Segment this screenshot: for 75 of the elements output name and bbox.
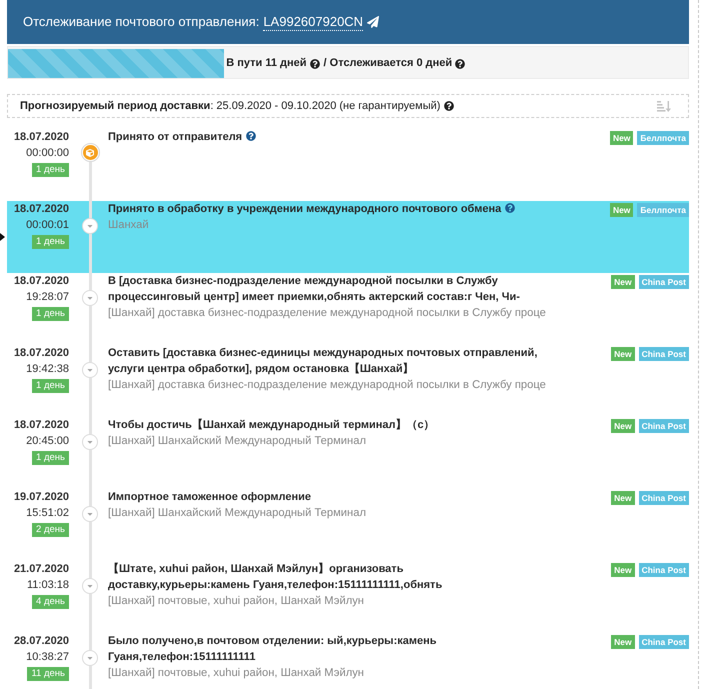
box-icon xyxy=(80,143,100,162)
caret-right-icon xyxy=(0,233,5,241)
status-tag: New xyxy=(610,131,634,145)
event-time: 19:42:38 xyxy=(26,362,69,377)
event-title: В [доставка бизнес-подразделение международной посылки в Службу процессинговый центр] имеет приемки,обнять актерский состав:г Чен, Чи- xyxy=(108,275,520,303)
event-date: 18.07.2020 xyxy=(14,202,69,217)
carrier-tag: China Post xyxy=(638,563,689,577)
event-date: 19.07.2020 xyxy=(14,490,69,505)
days-tag: 1 день xyxy=(32,307,69,321)
carrier-tag: Беллпочта xyxy=(637,203,689,217)
days-tag: 1 день xyxy=(32,163,69,177)
help-icon[interactable] xyxy=(310,58,320,68)
event-date: 28.07.2020 xyxy=(14,634,69,649)
caret-down-icon xyxy=(82,506,98,522)
caret-down-icon xyxy=(82,362,98,378)
tracked-days-text: / Отслеживается 0 дней xyxy=(324,56,452,72)
carrier-tag: China Post xyxy=(638,491,689,505)
transit-days-text: В пути 11 дней xyxy=(226,56,307,72)
forecast-text: Прогнозируемый период доставки: 25.09.2020 - 09.10.2020 (не гарантируемый) xyxy=(20,98,440,114)
carrier-tag: China Post xyxy=(638,635,689,649)
status-tag: New xyxy=(610,203,634,217)
days-tag: 1 день xyxy=(32,451,69,465)
paper-plane-icon[interactable] xyxy=(367,16,380,28)
event-date: 21.07.2020 xyxy=(14,562,69,577)
caret-down-icon xyxy=(82,578,98,594)
days-tag: 1 день xyxy=(32,235,69,249)
days-tag: 11 день xyxy=(27,667,69,681)
event-time: 11:03:18 xyxy=(26,578,69,593)
caret-down-icon xyxy=(82,650,98,666)
caret-down-icon xyxy=(82,434,98,450)
help-icon[interactable] xyxy=(444,101,454,111)
status-tag: New xyxy=(611,347,635,361)
event-location: [Шанхай] доставка бизнес-подразделение международной посылки в Службу проце xyxy=(108,306,547,321)
carrier-tag: China Post xyxy=(638,347,689,361)
event-title: Импортное таможенное оформление xyxy=(108,491,312,503)
carrier-tag: Беллпочта xyxy=(637,131,689,145)
event-location: [Шанхай] Шанхайский Международный Терминал xyxy=(108,434,367,449)
event-time: 19:28:07 xyxy=(26,290,69,305)
days-tag: 1 день xyxy=(32,379,69,393)
caret-down-icon xyxy=(82,290,98,306)
header-title: Отслеживание почтового отправления: xyxy=(23,13,260,32)
event-title: 【Штате, xuhui район, Шанхай Мэйлун】организовать доставку,курьеры:камень Гуаня,телефон:15111111111,обнять xyxy=(108,563,442,591)
event-title: Принято от отправителя xyxy=(108,131,242,143)
status-tag: New xyxy=(611,563,635,577)
event-time: 15:51:02 xyxy=(26,506,69,521)
status-tag: New xyxy=(611,275,635,289)
status-tag: New xyxy=(611,635,635,649)
event-location: [Шанхай] почтовые, xuhui район, Шанхай Мэйлун xyxy=(108,594,365,609)
event-time: 20:45:00 xyxy=(26,434,69,449)
event-time: 00:00:01 xyxy=(26,218,69,233)
event-location: [Шанхай] Шанхайский Международный Терминал xyxy=(108,506,367,521)
event-date: 18.07.2020 xyxy=(14,130,69,145)
event-time: 00:00:00 xyxy=(26,146,69,161)
event-location: Шанхай xyxy=(108,218,150,233)
help-icon[interactable] xyxy=(455,58,466,68)
status-tag: New xyxy=(611,491,635,505)
event-date: 18.07.2020 xyxy=(14,346,69,361)
status-tag: New xyxy=(611,419,635,433)
event-title: Принято в обработку в учреждении международного почтового обмена xyxy=(108,203,502,215)
help-icon[interactable] xyxy=(246,131,256,141)
days-tag: 2 день xyxy=(32,523,69,537)
event-location: [Шанхай] доставка бизнес-подразделение международной посылки в Службу проце xyxy=(108,378,547,393)
event-title: Чтобы достичь【Шанхай международный терминал】（с） xyxy=(108,419,435,431)
caret-down-icon xyxy=(82,218,98,234)
tracking-number-link[interactable]: LA992607920CN xyxy=(263,14,364,30)
event-title: Оставить [доставка бизнес-единицы международных почтовых отправлений, услуги центра обработки], рядом остановка【Шанхай】 xyxy=(108,347,538,375)
carrier-tag: China Post xyxy=(638,419,689,433)
event-time: 10:38:27 xyxy=(26,650,69,665)
event-date: 18.07.2020 xyxy=(14,274,69,289)
event-title: Было получено,в почтовом отделении: ый,курьеры:камень Гуаня,телефон:15111111111 xyxy=(108,635,437,663)
days-tag: 4 день xyxy=(32,595,69,609)
event-date: 18.07.2020 xyxy=(14,418,69,433)
event-location: [Шанхай] почтовые, xuhui район, Шанхай Мэйлун xyxy=(108,666,365,681)
event-row[interactable]: 18.07.2020 00:00:01 1 день Принято в обработку в учреждении международного почтового обмена Шанхай New Беллпочта xyxy=(7,201,689,273)
carrier-tag: China Post xyxy=(638,275,689,289)
